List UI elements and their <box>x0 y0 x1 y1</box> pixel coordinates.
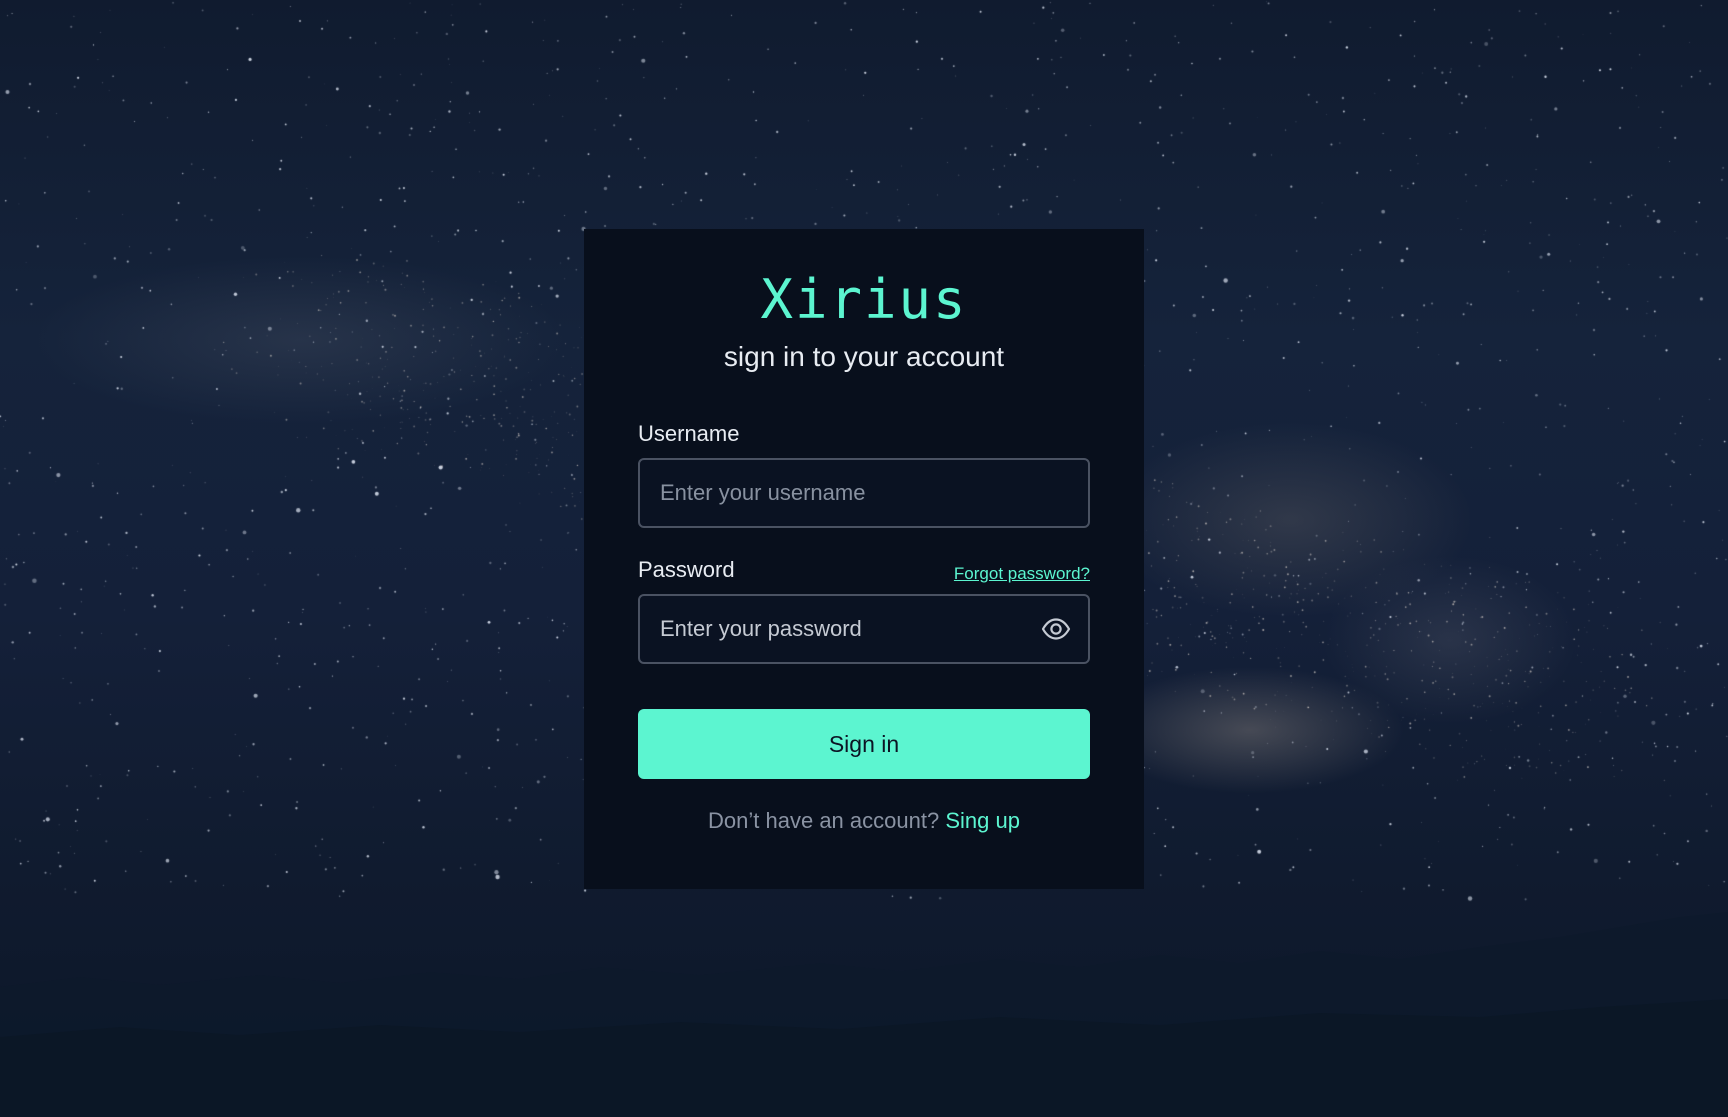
eye-icon[interactable] <box>1040 613 1072 645</box>
password-label-row: Password Forgot password? <box>638 556 1090 584</box>
mountain-silhouette <box>0 912 1728 1117</box>
forgot-password-link[interactable]: Forgot password? <box>954 564 1090 584</box>
username-label: Username <box>638 421 740 446</box>
password-field-wrapper <box>638 594 1090 664</box>
password-label: Password <box>638 557 735 582</box>
signup-link[interactable]: Sing up <box>945 808 1020 833</box>
signup-row: Don’t have an account? Sing up <box>638 807 1090 835</box>
username-input[interactable] <box>640 460 1088 526</box>
sign-in-button[interactable]: Sign in <box>638 709 1090 779</box>
signin-card: Xirius sign in to your account Username … <box>584 229 1144 889</box>
username-field-wrapper <box>638 458 1090 528</box>
password-input[interactable] <box>640 596 1088 662</box>
brand-logo: Xirius <box>760 268 968 331</box>
signup-prompt: Don’t have an account? <box>708 808 940 833</box>
page-subtitle: sign in to your account <box>723 341 1005 372</box>
